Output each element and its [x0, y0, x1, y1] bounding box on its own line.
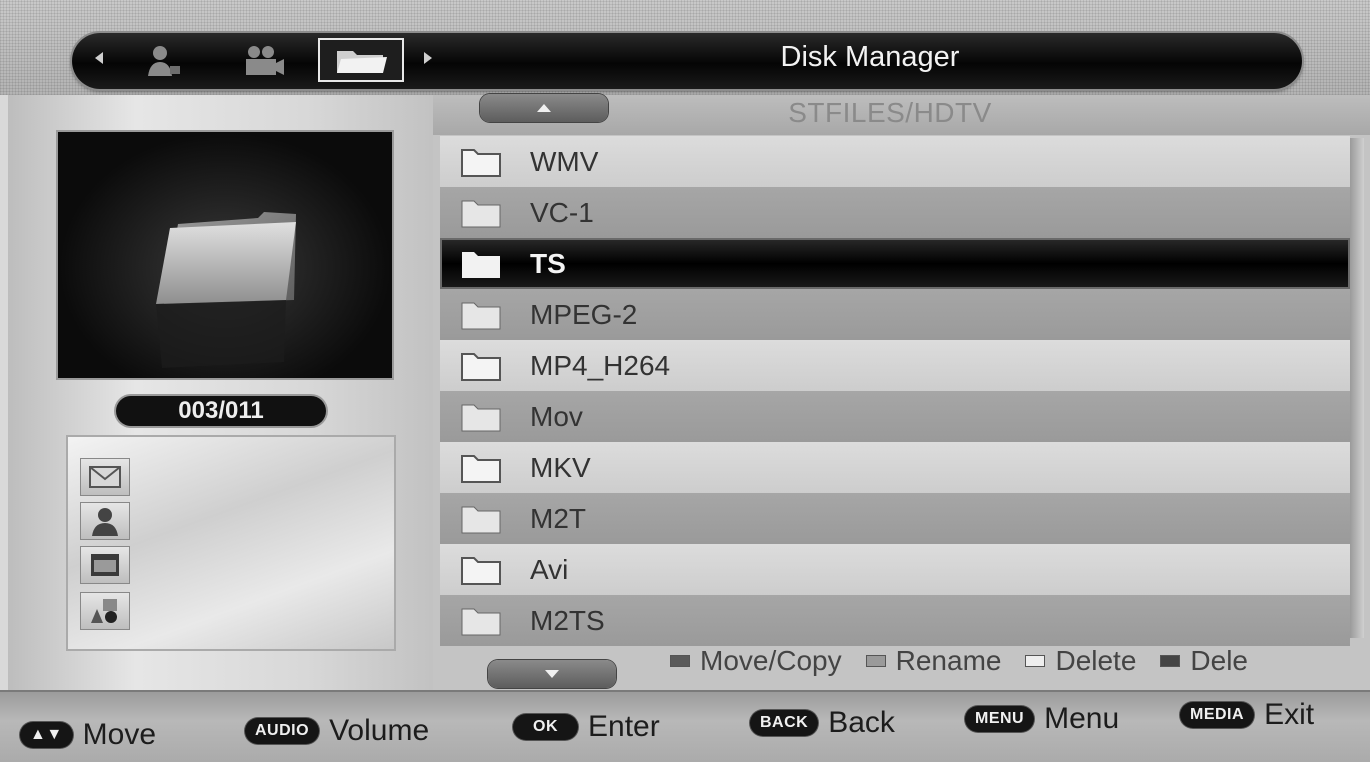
scroll-up-button[interactable]: [480, 94, 608, 122]
arrow-up-icon: [537, 104, 551, 112]
folder-icon: [460, 349, 504, 383]
file-row[interactable]: Mov: [440, 391, 1350, 442]
folder-icon: [460, 298, 504, 332]
hint-enter: OK Enter: [513, 710, 660, 744]
back-key-icon: BACK: [750, 710, 819, 736]
hint-label: Volume: [329, 714, 430, 747]
folder-icon: [460, 196, 504, 230]
folder-icon: [460, 451, 504, 485]
legend-label: Dele: [1190, 645, 1248, 676]
nav-right-arrow-icon[interactable]: [424, 52, 432, 64]
legend-rename: Rename: [865, 645, 1002, 677]
arrow-down-icon: [545, 670, 559, 678]
tab-person[interactable]: [136, 42, 192, 80]
person-icon: [148, 46, 180, 76]
file-name: Mov: [530, 400, 583, 432]
legend-delete: Delete: [1025, 645, 1136, 677]
mini-person: [80, 502, 130, 540]
legend-delete-all: Dele: [1160, 645, 1248, 677]
disk-manager-screen: Disk Manager 003/011 STFILES/HDTV WMV VC…: [0, 0, 1370, 762]
file-name: TS: [530, 247, 566, 279]
file-name: M2TS: [530, 604, 605, 636]
file-name: VC-1: [530, 196, 594, 228]
nav-left-arrow-icon[interactable]: [95, 52, 103, 64]
folder-icon: [337, 51, 387, 73]
file-row[interactable]: Avi: [440, 544, 1350, 595]
hint-volume: AUDIO Volume: [245, 714, 429, 748]
large-folder-icon: [156, 212, 296, 368]
delete-all-swatch-icon: [1160, 655, 1181, 667]
file-row[interactable]: WMV: [440, 136, 1350, 187]
delete-swatch-icon: [1025, 655, 1046, 667]
hint-label: Move: [82, 718, 157, 751]
legend-label: Move/Copy: [700, 645, 842, 676]
legend-label: Rename: [895, 645, 1002, 676]
mini-shapes: [80, 592, 130, 630]
mini-folder: [80, 546, 130, 584]
rename-swatch-icon: [865, 655, 886, 667]
file-row[interactable]: M2T: [440, 493, 1350, 544]
folder-icon: [460, 502, 504, 536]
list-scrollbar[interactable]: [1350, 138, 1364, 638]
folder-preview: [58, 132, 392, 378]
file-row[interactable]: MPEG-2: [440, 289, 1350, 340]
hint-exit: MEDIA Exit: [1180, 698, 1314, 732]
file-row[interactable]: MP4_H264: [440, 340, 1350, 391]
move-key-icon: ▲▼: [20, 722, 73, 748]
file-row[interactable]: M2TS: [440, 595, 1350, 646]
file-name: MP4_H264: [530, 349, 671, 381]
audio-key-icon: AUDIO: [245, 718, 320, 744]
folder-icon: [91, 554, 119, 576]
tab-folder[interactable]: [318, 38, 404, 82]
legend-move-copy: Move/Copy: [670, 645, 842, 677]
hint-label: Back: [828, 706, 895, 739]
scroll-down-button[interactable]: [488, 660, 616, 688]
hint-back: BACK Back: [750, 706, 895, 740]
hint-label: Exit: [1264, 698, 1315, 731]
item-counter: 003/011: [116, 396, 326, 426]
file-row[interactable]: VC-1: [440, 187, 1350, 238]
window-title: Disk Manager: [780, 41, 960, 73]
tab-camera[interactable]: [236, 42, 292, 80]
folder-icon: [460, 604, 504, 638]
hint-menu: MENU Menu: [965, 702, 1119, 736]
folder-icon: [460, 145, 504, 179]
file-row-selected[interactable]: TS: [440, 238, 1350, 289]
key-hint-bar: [0, 690, 1370, 762]
person-icon: [92, 508, 118, 536]
camera-icon: [246, 46, 284, 75]
folder-icon: [460, 247, 504, 281]
file-name: M2T: [530, 502, 586, 534]
file-name: Avi: [530, 553, 569, 585]
file-name: MKV: [530, 451, 591, 483]
legend-label: Delete: [1055, 645, 1137, 676]
move-copy-swatch-icon: [670, 655, 690, 667]
folder-icon: [460, 400, 504, 434]
file-name: WMV: [530, 145, 599, 177]
folder-icon: [460, 553, 504, 587]
mail-icon: [89, 466, 121, 488]
hint-label: Menu: [1044, 702, 1120, 735]
mini-mail: [80, 458, 130, 496]
file-row[interactable]: MKV: [440, 442, 1350, 493]
ok-key-icon: OK: [513, 714, 578, 740]
media-key-icon: MEDIA: [1180, 702, 1255, 728]
action-legend: Move/Copy Rename Delete Dele: [670, 640, 1370, 682]
hint-move: ▲▼ Move: [20, 718, 156, 752]
file-name: MPEG-2: [530, 298, 638, 330]
current-path: STFILES/HDTV: [788, 97, 992, 128]
hint-label: Enter: [588, 710, 660, 743]
menu-key-icon: MENU: [965, 706, 1035, 732]
shapes-icon: [91, 599, 117, 623]
